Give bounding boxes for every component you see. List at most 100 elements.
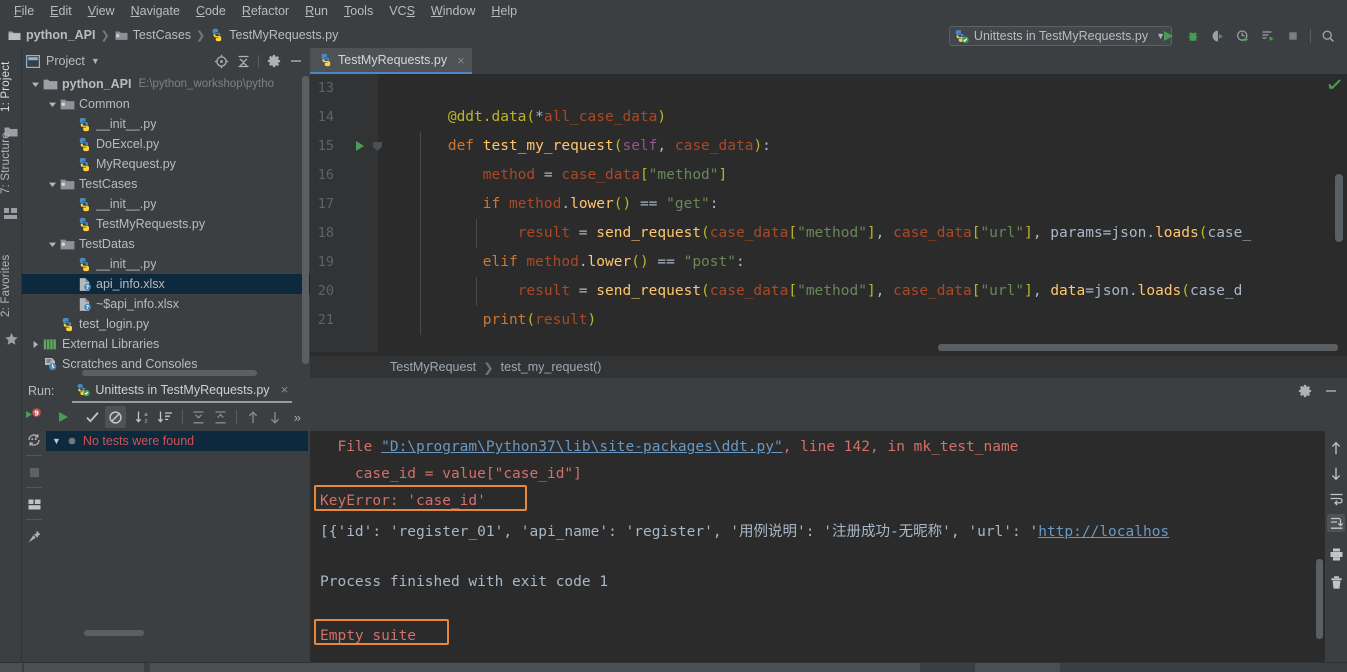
chevron-down-icon[interactable] [45,94,59,114]
sidebar-tab-favorites[interactable]: 2: Favorites [0,248,22,324]
menu-item-run[interactable]: Run [297,1,336,21]
menu-item-code[interactable]: Code [188,1,234,21]
tree-node--api-info-xlsx[interactable]: ? ~$api_info.xlsx [22,294,310,314]
menu-item-refactor[interactable]: Refactor [234,1,297,21]
toggle-auto-test-icon[interactable] [25,431,43,449]
stop-icon[interactable] [25,463,43,481]
hide-icon[interactable] [1321,381,1341,401]
project-tree[interactable]: python_API E:\python_workshop\pytho Common… [22,74,310,378]
chevron-down-icon[interactable]: ▼ [52,436,61,446]
tree-node--init-py[interactable]: __init__.py [22,194,310,214]
tree-node-testcases[interactable]: TestCases [22,174,310,194]
more-icon[interactable]: » [287,406,308,428]
down-arrow-icon[interactable] [1327,464,1345,482]
show-passed-icon[interactable] [82,406,103,428]
up-arrow-icon[interactable] [1327,439,1345,457]
menu-item-window[interactable]: Window [423,1,483,21]
editor-vertical-scrollbar[interactable] [1335,174,1343,242]
run-coverage-icon[interactable] [1207,25,1229,47]
console-output[interactable]: Empty suite Process finished with exit co… [310,431,1325,672]
menu-item-view[interactable]: View [80,1,123,21]
hide-ignored-icon[interactable] [104,406,126,428]
code-editor[interactable]: 13 14 15 16 17 18 19 20 21 @ddt.data(*all_case_d… [310,74,1347,352]
code-line[interactable]: def test_my_request(self, case_data): [378,132,771,161]
sidebar-tab-structure[interactable]: 7: Structure [0,126,22,200]
run-with-console-icon[interactable] [1257,25,1279,47]
restore-layout-icon[interactable] [25,495,43,513]
settings-gear-icon[interactable] [264,51,284,71]
tree-node-test-login-py[interactable]: test_login.py [22,314,310,334]
chevron-down-icon[interactable] [45,234,59,254]
next-failed-icon[interactable] [264,406,285,428]
editor-horizontal-scrollbar[interactable] [938,344,1338,351]
run-gutter-icon[interactable] [354,140,368,154]
tree-node--init-py[interactable]: __init__.py [22,114,310,134]
editor-tab-testmyrequests[interactable]: TestMyRequests.py × [310,48,472,74]
code-line[interactable]: @ddt.data(*all_case_data) [378,103,666,132]
tree-node-myrequest-py[interactable]: MyRequest.py [22,154,310,174]
tree-node-doexcel-py[interactable]: DoExcel.py [22,134,310,154]
settings-gear-icon[interactable] [1295,381,1315,401]
breadcrumb-item-file[interactable]: TestMyRequests.py [210,28,338,42]
rerun-icon[interactable] [52,406,73,428]
tree-node-external-libraries[interactable]: External Libraries [22,334,310,354]
run-icon[interactable] [1157,25,1179,47]
tree-node-python-api[interactable]: python_API E:\python_workshop\pytho [22,74,310,94]
inspections-ok-icon[interactable] [1328,78,1341,91]
previous-failed-icon[interactable] [242,406,263,428]
stop-icon[interactable] [1282,25,1304,47]
chevron-down-icon[interactable]: ▼ [91,56,100,66]
breadcrumb-class[interactable]: TestMyRequest [390,360,476,374]
menu-item-tools[interactable]: Tools [336,1,381,21]
code-content[interactable]: @ddt.data(*all_case_data) def test_my_re… [378,74,1347,352]
hide-icon[interactable] [286,51,306,71]
run-tab[interactable]: Unittests in TestMyRequests.py × [72,378,293,403]
close-icon[interactable]: × [281,382,289,397]
expand-all-icon[interactable] [188,406,209,428]
test-tree-row[interactable]: ▼ No tests were found [46,431,308,451]
code-line[interactable]: elif method.lower() == "post": [378,248,745,277]
profile-icon[interactable] [1232,25,1254,47]
code-line[interactable]: print(result) [378,306,597,335]
menu-item-navigate[interactable]: Navigate [123,1,188,21]
menu-item-vcs[interactable]: VCS [381,1,423,21]
code-line[interactable]: if method.lower() == "get": [378,190,719,219]
chevron-down-icon[interactable] [28,74,42,94]
chevron-down-icon[interactable] [45,174,59,194]
sort-alphabetically-icon[interactable]: az [133,406,154,428]
debug-icon[interactable] [1182,25,1204,47]
tree-node-testdatas[interactable]: TestDatas [22,234,310,254]
menu-item-file[interactable]: File [6,1,42,21]
code-line[interactable]: method = case_data["method"] [378,161,727,190]
tree-horizontal-scrollbar[interactable] [82,370,257,376]
collapse-all-icon[interactable] [210,406,231,428]
tree-vertical-scrollbar[interactable] [302,76,309,366]
run-configuration-selector[interactable]: Unittests in TestMyRequests.py ▼ [948,26,1172,46]
breadcrumb-item-project[interactable]: python_API [8,28,95,42]
sidebar-tab-project[interactable]: 1: Project [0,54,22,120]
menu-item-help[interactable]: Help [483,1,525,21]
tests-tree-horizontal-scrollbar[interactable] [84,630,144,636]
trash-icon[interactable] [1327,573,1345,591]
breadcrumb-method[interactable]: test_my_request() [501,360,602,374]
breadcrumb-item-testcases[interactable]: TestCases [115,28,191,42]
sort-by-duration-icon[interactable] [155,406,176,428]
print-icon[interactable] [1327,545,1345,563]
console-vertical-scrollbar[interactable] [1316,559,1323,639]
code-line[interactable]: result = send_request(case_data["method"… [378,277,1243,306]
tree-node-common[interactable]: Common [22,94,310,114]
editor-gutter[interactable]: 13 14 15 16 17 18 19 20 21 [310,74,382,352]
scroll-to-end-icon[interactable] [1327,514,1345,532]
tree-node--init-py[interactable]: __init__.py [22,254,310,274]
pin-tab-icon[interactable] [25,527,43,545]
test-results-tree[interactable]: ▼ No tests were found [46,431,308,672]
locate-icon[interactable] [211,51,231,71]
tree-node-api-info-xlsx[interactable]: ? api_info.xlsx [22,274,310,294]
tree-node-testmyrequests-py[interactable]: TestMyRequests.py [22,214,310,234]
collapse-all-icon[interactable] [233,51,253,71]
search-everywhere-icon[interactable] [1317,25,1339,47]
soft-wrap-icon[interactable] [1327,489,1345,507]
rerun-failed-icon[interactable]: 9 [25,407,43,425]
chevron-right-icon[interactable] [28,334,42,354]
menu-item-edit[interactable]: Edit [42,1,80,21]
